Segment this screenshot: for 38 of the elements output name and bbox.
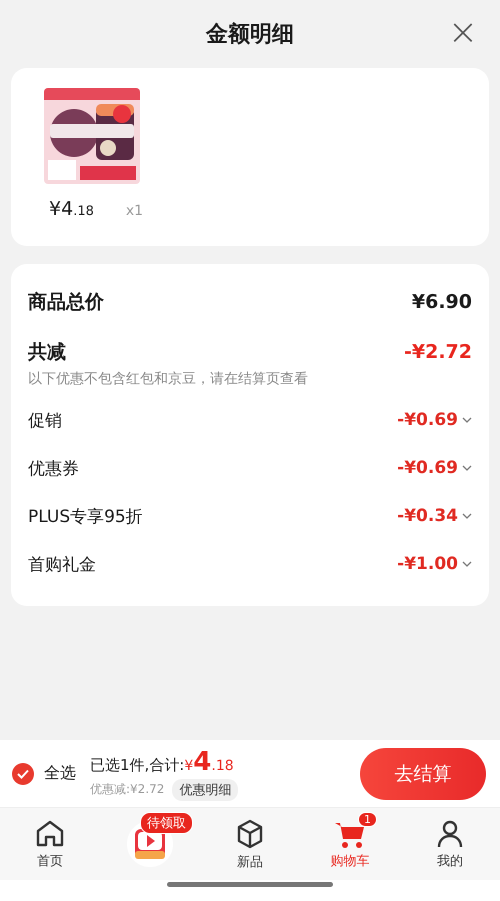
tab-item[interactable]: 新品 [200,808,300,880]
total-label: 商品总价 [28,290,104,315]
reduction-label: 共减 [28,340,66,365]
chevron-down-icon [462,465,472,471]
user-icon [435,818,465,848]
select-all-label: 全选 [44,763,76,784]
tab-item[interactable]: 我的 [400,808,500,880]
total-value: ¥6.90 [412,291,472,313]
discount-label: 促销 [28,410,62,432]
product-quantity: x1 [126,203,144,219]
discount-detail-button[interactable]: 优惠明细 [172,778,238,800]
product-price: ¥4.18 [49,198,94,220]
discount-value[interactable]: -¥0.69 [397,410,472,430]
chevron-down-icon [462,417,472,423]
close-button[interactable]: × [448,18,478,48]
discount-label: 首购礼金 [28,554,96,576]
reduction-note: 以下优惠不包含红包和京豆，请在结算页查看 [28,370,309,388]
checkmark-icon [17,768,29,778]
tab-badge: 待领取 [140,812,193,834]
chevron-down-icon [462,513,472,519]
home-icon [34,818,66,848]
total-amount: ¥4.18 [184,746,234,776]
tab-badge: 1 [358,812,377,827]
discount-value[interactable]: -¥0.69 [397,458,472,478]
checkout-button[interactable]: 去结算 [360,748,486,800]
discount-summary: 优惠减:¥2.72 [90,781,164,798]
discount-value[interactable]: -¥1.00 [397,554,472,574]
tab-item[interactable]: 购物车 1 [300,808,400,880]
tab-item[interactable]: 首页 [0,808,100,880]
discount-label: PLUS专享95折 [28,506,143,528]
select-all-checkbox[interactable] [12,762,34,784]
discount-label: 优惠券 [28,458,79,480]
selected-summary: 已选1件,合计: [90,756,184,774]
sheet-title: 金额明细 [206,21,294,49]
discount-value[interactable]: -¥0.34 [397,506,472,526]
tab-item[interactable]: 待领取 [100,808,200,880]
chevron-down-icon [462,561,472,567]
reduction-value: -¥2.72 [404,341,472,363]
